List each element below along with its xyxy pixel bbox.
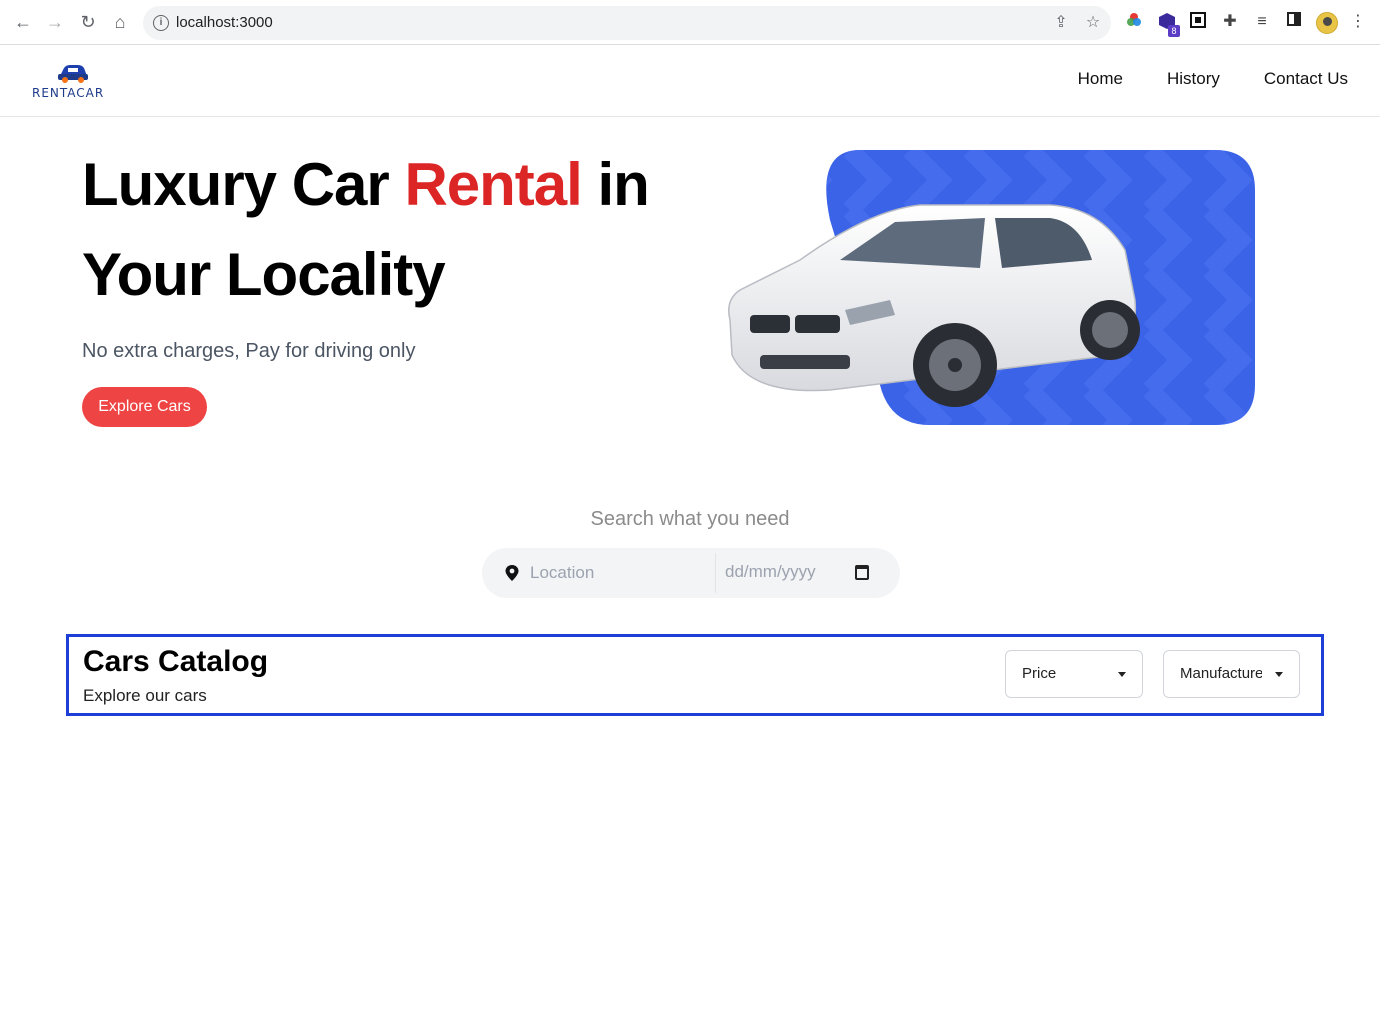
price-filter-label: Price <box>1022 665 1057 682</box>
bookmark-star-icon[interactable]: ☆ <box>1083 13 1103 33</box>
extension-badge: 8 <box>1168 25 1180 37</box>
home-icon[interactable]: ⌂ <box>109 11 131 33</box>
hero-title: Luxury Car Rental in Your Locality <box>82 140 722 320</box>
color-wheel-extension-icon[interactable] <box>1124 12 1144 32</box>
share-icon[interactable]: ⇪ <box>1051 13 1071 33</box>
hero-title-part1: Luxury Car <box>82 151 405 218</box>
browser-toolbar: ← → ↻ ⌂ i localhost:3000 ⇪ ☆ 8 ✚ ≡ ⋮ <box>0 0 1380 45</box>
search-heading: Search what you need <box>590 508 790 530</box>
hero-subtitle: No extra charges, Pay for driving only <box>82 340 416 362</box>
hero-car-image <box>728 150 1255 425</box>
location-input[interactable] <box>530 562 710 584</box>
calendar-icon[interactable] <box>855 565 869 580</box>
search-bar: dd/mm/yyyy <box>482 548 900 598</box>
address-bar[interactable]: i localhost:3000 ⇪ ☆ <box>143 6 1111 40</box>
puzzle-extensions-icon[interactable]: ✚ <box>1220 12 1240 32</box>
main-nav: Home History Contact Us <box>1078 69 1348 89</box>
manufacturer-filter-label: Manufacturer <box>1180 665 1262 682</box>
hero-title-accent: Rental <box>404 151 582 218</box>
address-url[interactable]: localhost:3000 <box>176 14 273 31</box>
media-playlist-icon[interactable]: ≡ <box>1252 12 1272 32</box>
caret-down-icon <box>1275 672 1283 677</box>
nav-home-link[interactable]: Home <box>1078 69 1123 89</box>
catalog-title: Cars Catalog <box>83 645 269 678</box>
screen-capture-extension-icon[interactable] <box>1188 12 1208 32</box>
forward-arrow-icon[interactable]: → <box>44 11 66 33</box>
date-input[interactable]: dd/mm/yyyy <box>725 562 816 582</box>
catalog-subtitle: Explore our cars <box>83 686 207 705</box>
back-arrow-icon[interactable]: ← <box>12 11 34 33</box>
manufacturer-filter-dropdown[interactable]: Manufacturer <box>1163 650 1300 698</box>
catalog-header: Cars Catalog Explore our cars Price Manu… <box>66 634 1324 716</box>
nav-contact-link[interactable]: Contact Us <box>1264 69 1348 89</box>
logo-wordmark: RENTACAR <box>32 86 105 100</box>
explore-cars-button[interactable]: Explore Cars <box>82 387 207 427</box>
car-logo-icon <box>58 65 88 83</box>
site-info-icon[interactable]: i <box>153 15 169 31</box>
price-filter-dropdown[interactable]: Price <box>1005 650 1143 698</box>
search-divider <box>715 553 716 593</box>
side-panel-icon[interactable] <box>1284 12 1304 32</box>
site-header: RENTACAR Home History Contact Us <box>0 45 1380 117</box>
nav-history-link[interactable]: History <box>1167 69 1220 89</box>
more-menu-icon[interactable]: ⋮ <box>1348 12 1368 32</box>
caret-down-icon <box>1118 672 1126 677</box>
profile-avatar[interactable] <box>1316 12 1338 34</box>
reload-icon[interactable]: ↻ <box>77 11 99 33</box>
location-pin-icon <box>505 565 519 581</box>
logo[interactable]: RENTACAR <box>32 59 116 103</box>
